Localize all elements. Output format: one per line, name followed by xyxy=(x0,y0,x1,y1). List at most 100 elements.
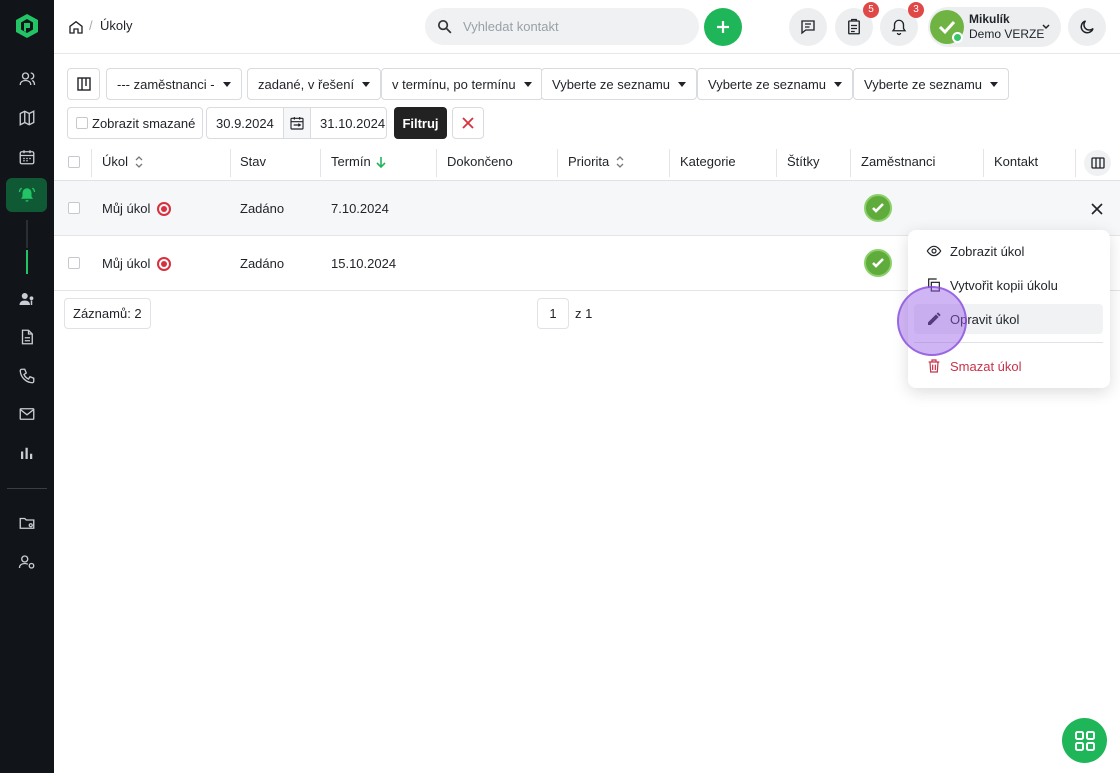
menu-separator xyxy=(914,342,1103,343)
table-row[interactable]: Můj úkol Zadáno 7.10.2024 xyxy=(54,181,1120,236)
close-row-menu-button[interactable] xyxy=(1086,201,1108,217)
top-bar: / Úkoly 5 3 Mikulík Demo VERZE xyxy=(54,0,1120,54)
menu-item-view-label: Zobrazit úkol xyxy=(950,243,1025,259)
document-icon xyxy=(21,329,33,345)
sidebar-item-stats[interactable] xyxy=(6,436,47,470)
copy-icon xyxy=(928,278,940,292)
priority-icon xyxy=(157,201,172,216)
search-input[interactable] xyxy=(463,16,688,37)
column-divider xyxy=(776,149,777,177)
column-settings-button[interactable] xyxy=(1084,150,1111,176)
sidebar-item-phone[interactable] xyxy=(6,359,47,393)
calendar-icon xyxy=(19,150,34,165)
folder-icon xyxy=(19,517,34,529)
eye-icon xyxy=(926,245,942,257)
sidebar-item-tasks[interactable] xyxy=(6,178,47,212)
state-filter[interactable]: zadané, v řešení xyxy=(247,68,382,100)
column-priority-label: Priorita xyxy=(568,154,610,169)
sidebar-item-files[interactable] xyxy=(6,506,47,540)
column-completed[interactable]: Dokončeno xyxy=(447,154,513,169)
sidebar-item-calendar[interactable] xyxy=(6,140,47,174)
sidebar-item-contacts[interactable] xyxy=(6,62,47,96)
sidebar-item-mail[interactable] xyxy=(6,397,47,431)
messages-button[interactable] xyxy=(789,8,827,46)
home-icon[interactable] xyxy=(68,19,84,35)
menu-item-copy[interactable]: Vytvořit kopii úkolu xyxy=(914,270,1103,300)
user-organization: Demo VERZE xyxy=(969,27,1045,41)
trash-icon xyxy=(928,359,940,373)
select-all-checkbox[interactable] xyxy=(68,156,80,168)
date-to-input[interactable]: 31.10.2024 xyxy=(310,107,387,139)
column-task[interactable]: Úkol xyxy=(102,154,144,169)
category-filter[interactable]: Vyberte ze seznamu xyxy=(541,68,698,100)
user-name: Mikulík xyxy=(969,12,1010,26)
column-term[interactable]: Termín xyxy=(331,154,386,169)
state-cell: Zadáno xyxy=(240,201,284,216)
user-settings-icon xyxy=(18,555,34,569)
column-divider xyxy=(230,149,231,177)
term-value: 7.10.2024 xyxy=(331,201,389,216)
column-category[interactable]: Kategorie xyxy=(680,154,736,169)
menu-item-delete[interactable]: Smazat úkol xyxy=(914,351,1103,381)
tags-filter[interactable]: Vyberte ze seznamu xyxy=(697,68,854,100)
sort-icon xyxy=(616,155,624,168)
contact-filter[interactable]: Vyberte ze seznamu xyxy=(853,68,1010,100)
date-to-value: 31.10.2024 xyxy=(320,115,386,131)
task-cell[interactable]: Můj úkol xyxy=(102,201,172,216)
column-contact[interactable]: Kontakt xyxy=(994,154,1038,169)
employee-avatar xyxy=(864,194,892,222)
phone-icon xyxy=(19,368,34,384)
calendar-swap-icon xyxy=(290,117,304,130)
notifications-button[interactable]: 3 xyxy=(880,2,924,46)
online-status-dot xyxy=(952,32,963,43)
column-employees[interactable]: Zaměstnanci xyxy=(861,154,935,169)
task-name: Můj úkol xyxy=(102,201,151,216)
grid-icon xyxy=(1074,730,1095,751)
tags-filter-label: Vyberte ze seznamu xyxy=(708,76,827,92)
column-completed-label: Dokončeno xyxy=(447,154,513,169)
search-box[interactable] xyxy=(425,8,699,45)
sidebar-active-indicator xyxy=(26,250,28,274)
row-checkbox[interactable] xyxy=(68,202,80,214)
task-cell[interactable]: Můj úkol xyxy=(102,256,172,271)
clear-filters-button[interactable] xyxy=(452,107,484,139)
menu-item-view[interactable]: Zobrazit úkol xyxy=(914,236,1103,266)
page-number-button[interactable]: 1 xyxy=(537,298,569,329)
contact-filter-label: Vyberte ze seznamu xyxy=(864,76,983,92)
employees-filter[interactable]: --- zaměstnanci - xyxy=(106,68,242,100)
user-menu[interactable]: Mikulík Demo VERZE xyxy=(928,7,1061,47)
column-divider xyxy=(91,149,92,177)
date-range-button[interactable] xyxy=(283,107,311,139)
sidebar-item-map[interactable] xyxy=(6,101,47,135)
column-tags-label: Štítky xyxy=(787,154,820,169)
filter-button[interactable]: Filtruj xyxy=(394,107,447,139)
bell-icon xyxy=(18,187,35,202)
show-deleted-toggle[interactable]: Zobrazit smazané xyxy=(67,107,204,139)
column-tags[interactable]: Štítky xyxy=(787,154,820,169)
check-icon xyxy=(872,258,884,268)
column-divider xyxy=(1075,149,1076,177)
sort-icon xyxy=(135,155,143,168)
add-button[interactable] xyxy=(704,8,742,46)
chart-icon xyxy=(20,447,32,459)
sidebar-item-user-tasks[interactable] xyxy=(6,282,47,316)
term-filter[interactable]: v termínu, po termínu xyxy=(381,68,543,100)
term-filter-label: v termínu, po termínu xyxy=(392,76,516,92)
tasks-button[interactable]: 5 xyxy=(835,2,879,46)
date-from-input[interactable]: 30.9.2024 xyxy=(206,107,284,139)
page-total: z 1 xyxy=(575,306,593,321)
sidebar-item-documents[interactable] xyxy=(6,320,47,354)
show-deleted-checkbox[interactable] xyxy=(76,117,88,129)
column-state[interactable]: Stav xyxy=(240,154,266,169)
employees-filter-label: --- zaměstnanci - xyxy=(117,76,215,92)
app-logo-icon[interactable] xyxy=(15,13,39,39)
layout-toggle-button[interactable] xyxy=(67,68,100,100)
row-checkbox[interactable] xyxy=(68,257,80,269)
sidebar-item-user-settings[interactable] xyxy=(6,545,47,579)
chevron-down-icon xyxy=(1042,24,1050,30)
menu-item-edit[interactable]: Opravit úkol xyxy=(914,304,1103,334)
column-priority[interactable]: Priorita xyxy=(568,154,625,169)
theme-toggle-button[interactable] xyxy=(1068,8,1106,46)
column-divider xyxy=(320,149,321,177)
apps-grid-button[interactable] xyxy=(1062,718,1107,763)
